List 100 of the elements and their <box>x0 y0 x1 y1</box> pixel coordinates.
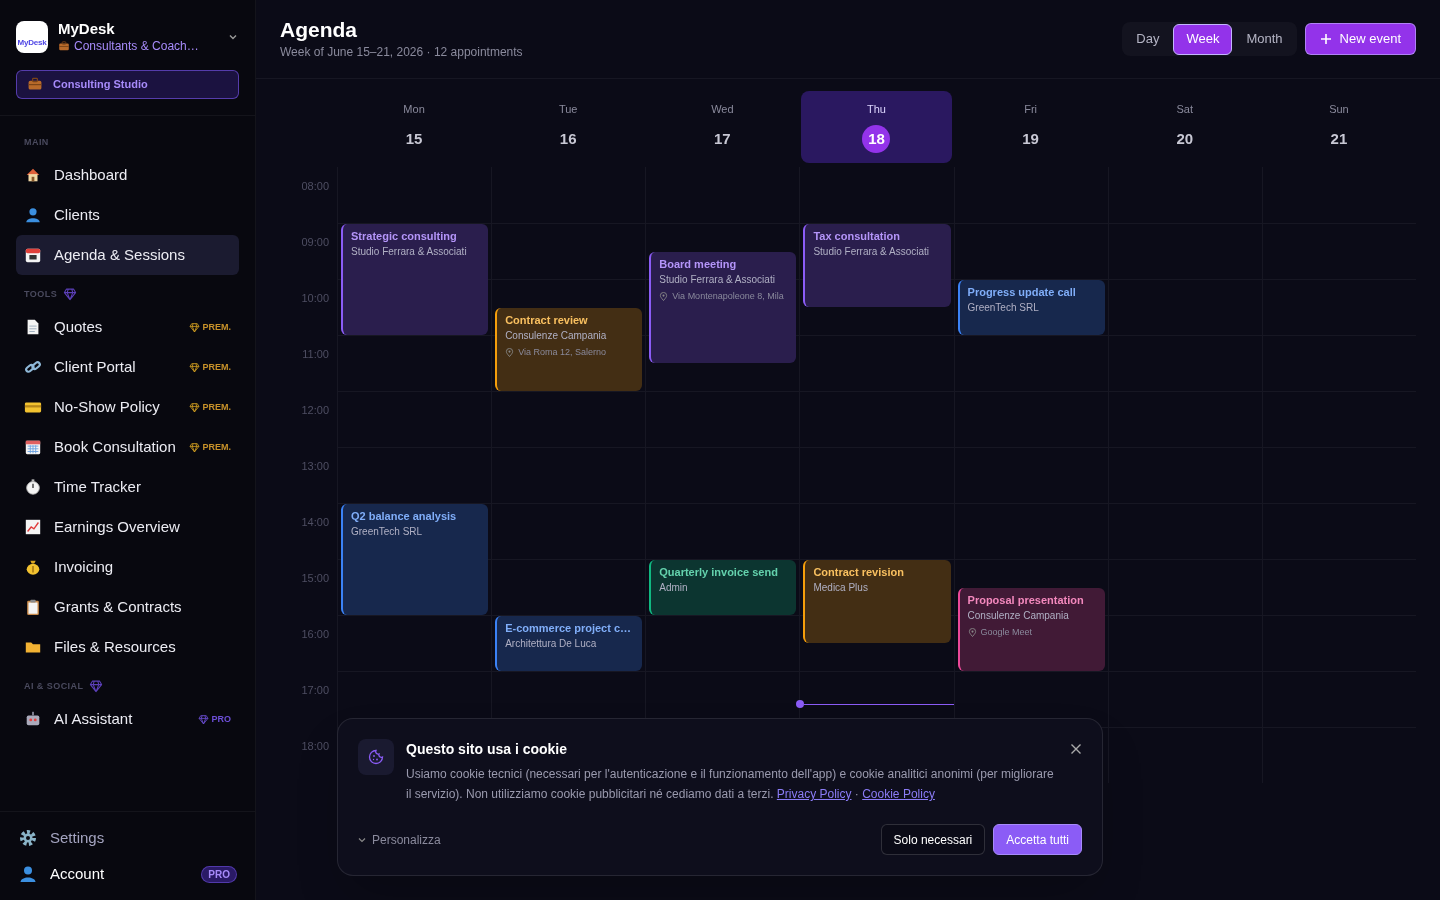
event-title: Progress update call <box>967 285 1077 300</box>
privacy-policy-link[interactable]: Privacy Policy <box>776 787 852 801</box>
sidebar-item[interactable]: Invoicing <box>16 547 239 588</box>
page-subtitle: Week of June 15–21, 2026 · 12 appointments <box>280 44 523 62</box>
sidebar-footer-item[interactable]: Settings <box>16 820 239 856</box>
app-name: MyDesk <box>58 20 116 39</box>
sidebar-item[interactable]: Agenda & Sessions <box>16 235 239 276</box>
calendar-icon <box>24 438 42 457</box>
premium-label: PREM. <box>202 440 231 454</box>
pro-label: PRO <box>211 712 231 726</box>
diamond-icon <box>189 401 201 413</box>
event-card[interactable]: Tax consultation Studio Ferrara & Associati <box>803 224 951 307</box>
event-card[interactable]: E-commerce project c… Architettura De Luca <box>495 616 643 671</box>
briefcase-icon <box>27 76 43 93</box>
cookie-icon <box>368 749 384 765</box>
logo-text: MyDesk <box>17 38 47 47</box>
event-client: GreenTech SRL <box>967 301 1040 315</box>
event-client: Medica Plus <box>813 581 869 595</box>
calendar-icon <box>24 246 42 265</box>
event-card[interactable]: Quarterly invoice send Admin <box>649 560 797 615</box>
date-number[interactable]: 15 <box>400 125 429 154</box>
event-title: Board meeting <box>659 257 738 272</box>
weekday-label: Fri <box>1024 101 1038 117</box>
cookie-notice-text: Usiamo cookie tecnici (necessari per l'autenticazione e il funzionamento dell'app) e cookie analitici anonimi (per migliorare il servizio). Non utilizziamo cookie pubblicitari né cediamo dati a terzi. Privacy Policy · Cookie Policy <box>406 766 1055 803</box>
date-number[interactable]: 16 <box>554 125 583 154</box>
view-tab[interactable]: Week <box>1173 23 1233 55</box>
close-icon[interactable] <box>1070 743 1082 755</box>
sidebar-item[interactable]: Time Tracker <box>16 467 239 508</box>
weekday-label: Sat <box>1176 101 1194 117</box>
event-client: Admin <box>659 581 689 595</box>
sidebar-item[interactable]: Clients <box>16 195 239 236</box>
weekday-label: Wed <box>711 101 734 117</box>
time-label: 10:00 <box>301 292 329 304</box>
diamond-icon <box>189 321 201 333</box>
event-title: Contract revision <box>813 565 905 580</box>
time-label: 08:00 <box>301 180 329 192</box>
time-label: 17:00 <box>301 684 329 696</box>
necessary-only-button[interactable]: Solo necessari <box>880 824 986 855</box>
workspace-name: Consultants & Coach… <box>74 38 199 54</box>
money-bag-icon <box>24 558 42 577</box>
location-pin-icon <box>505 348 515 358</box>
event-card[interactable]: Proposal presentation Consulenze Campania Google Meet <box>957 588 1105 671</box>
time-label: 14:00 <box>301 516 329 528</box>
sidebar-item[interactable]: Files & Resources <box>16 627 239 668</box>
date-number[interactable]: 17 <box>708 125 737 154</box>
event-title: Q2 balance analysis <box>351 509 458 524</box>
studio-button[interactable]: Consulting Studio <box>16 69 239 99</box>
date-number[interactable]: 18 <box>862 125 891 154</box>
premium-label: PREM. <box>202 400 231 414</box>
event-client: Studio Ferrara & Associati <box>813 245 931 259</box>
clipboard-icon <box>24 598 42 617</box>
event-title: Tax consultation <box>813 229 901 244</box>
sidebar-item[interactable]: Quotes PREM. <box>16 307 239 348</box>
sidebar-item[interactable]: Client Portal PREM. <box>16 347 239 388</box>
page-title: Agenda <box>280 16 358 43</box>
event-location: Via Roma 12, Salerno <box>518 346 607 359</box>
premium-label: PREM. <box>202 360 231 374</box>
settings-icon <box>18 828 38 848</box>
sidebar-item[interactable]: Grants & Contracts <box>16 587 239 628</box>
sidebar-item[interactable]: AI Assistant PRO <box>16 699 239 740</box>
weekday-label: Tue <box>558 101 578 117</box>
time-label: 15:00 <box>301 572 329 584</box>
accept-all-button[interactable]: Accetta tutti <box>993 824 1082 855</box>
time-label: 16:00 <box>301 628 329 640</box>
sidebar-item[interactable]: Earnings Overview <box>16 507 239 548</box>
event-client: Architettura De Luca <box>505 637 598 651</box>
customize-toggle[interactable]: Personalizza <box>358 830 441 849</box>
event-title: Quarterly invoice send <box>659 565 779 580</box>
date-number[interactable]: 19 <box>1016 125 1045 154</box>
time-label: 12:00 <box>301 404 329 416</box>
event-card[interactable]: Contract review Consulenze Campania Via Roma 12, Salerno <box>495 308 643 391</box>
event-card[interactable]: Board meeting Studio Ferrara & Associati Via Montenapoleone 8, Mila <box>649 252 797 363</box>
sidebar-item[interactable]: No-Show Policy PREM. <box>16 387 239 428</box>
sidebar-item[interactable]: Book Consultation PREM. <box>16 427 239 468</box>
pro-badge: PRO <box>201 865 237 883</box>
date-number[interactable]: 20 <box>1170 125 1199 154</box>
event-card[interactable]: Strategic consulting Studio Ferrara & Associati <box>341 224 489 335</box>
section-label: AI & SOCIAL <box>24 679 84 693</box>
cookie-policy-link[interactable]: Cookie Policy <box>862 787 935 801</box>
time-label: 13:00 <box>301 460 329 472</box>
event-title: E-commerce project c… <box>505 621 633 636</box>
event-card[interactable]: Progress update call GreenTech SRL <box>957 280 1105 335</box>
plus-icon <box>1319 33 1332 45</box>
diamond-icon <box>189 441 201 453</box>
event-client: Consulenze Campania <box>505 329 608 343</box>
event-card[interactable]: Contract revision Medica Plus <box>803 560 951 643</box>
view-tab[interactable]: Month <box>1234 23 1295 55</box>
date-number[interactable]: 21 <box>1324 125 1353 154</box>
event-client: Studio Ferrara & Associati <box>351 245 468 259</box>
event-client: Studio Ferrara & Associati <box>659 273 776 287</box>
weekday-label: Sun <box>1329 101 1349 117</box>
cookie-title: Questo sito usa i cookie <box>406 740 569 759</box>
event-title: Strategic consulting <box>351 229 458 244</box>
sidebar-item[interactable]: Dashboard <box>16 155 239 196</box>
new-event-button[interactable]: New event <box>1304 23 1416 55</box>
view-tab[interactable]: Day <box>1124 23 1172 55</box>
event-location: Via Montenapoleone 8, Mila <box>672 290 784 303</box>
time-label: 09:00 <box>301 236 329 248</box>
event-card[interactable]: Q2 balance analysis GreenTech SRL <box>341 504 489 615</box>
sidebar-footer-item[interactable]: Account PRO <box>16 856 239 892</box>
